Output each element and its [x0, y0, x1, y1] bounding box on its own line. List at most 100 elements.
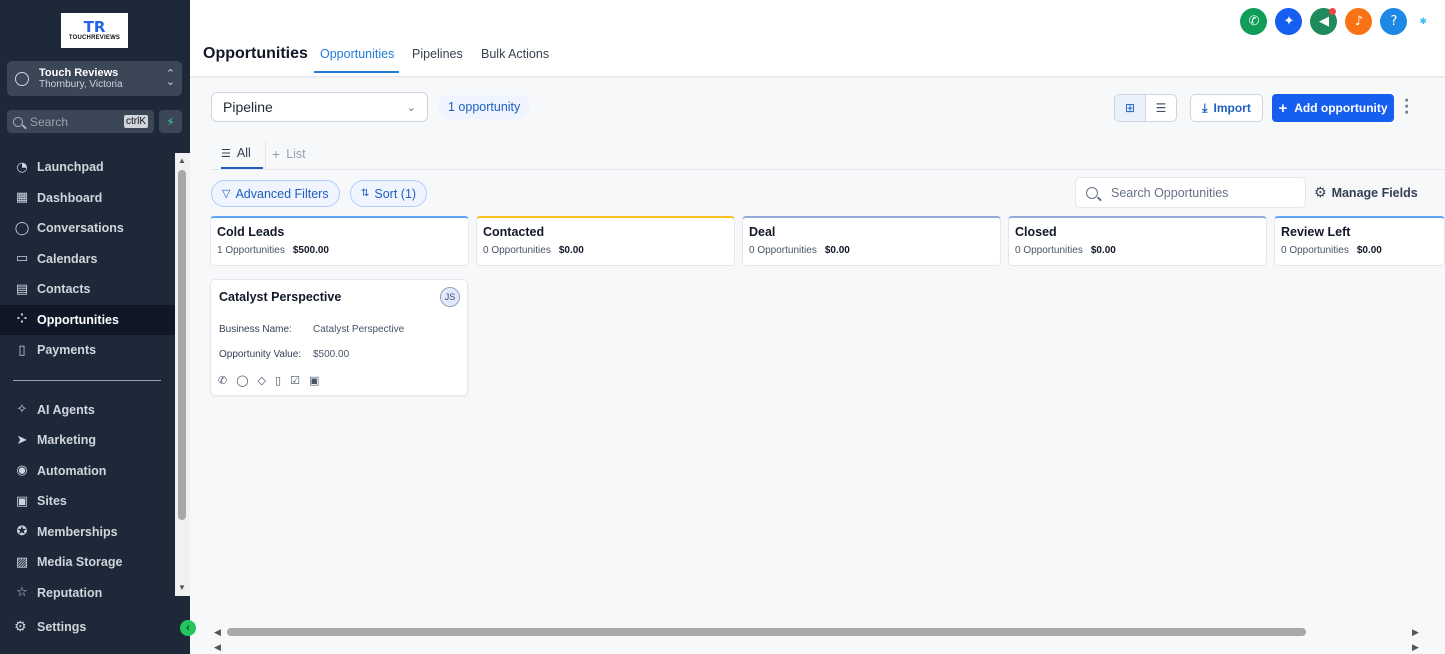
megaphone-icon[interactable]: ◀ — [1310, 8, 1338, 35]
tab-bulk-actions[interactable]: Bulk Actions — [481, 47, 549, 61]
top-bar: Opportunities Opportunities Pipelines Bu… — [190, 0, 1445, 77]
card-title[interactable]: Catalyst Perspective — [219, 290, 341, 304]
sidebar-item-marketing[interactable]: ➤ Marketing — [0, 425, 175, 456]
advanced-filters-button[interactable]: ▽ Advanced Filters — [211, 180, 340, 207]
sidebar-item-label: Media Storage — [37, 555, 123, 570]
bell-icon[interactable]: ♪ — [1345, 8, 1373, 35]
scroll-up-icon[interactable]: ▲ — [178, 157, 186, 165]
sidebar-item-calendars[interactable]: ▭ Calendars — [0, 244, 175, 275]
import-button[interactable]: ⤓ Import — [1190, 94, 1263, 122]
search-shortcut: ctrlK — [124, 115, 148, 128]
dashboard-icon: ▦ — [15, 190, 29, 206]
scroll-right-icon[interactable]: ▶ — [1412, 643, 1419, 652]
appointment-icon[interactable]: ▣ — [309, 374, 319, 387]
contacts-icon: ▤ — [15, 281, 29, 297]
sidebar-item-sites[interactable]: ▣ Sites — [0, 486, 175, 517]
note-icon[interactable]: ▯ — [275, 374, 281, 387]
account-switcher[interactable]: Touch Reviews Thornbury, Victoria ⌃ ⌄ — [7, 61, 182, 96]
sidebar-item-label: Marketing — [37, 433, 97, 448]
stage-summary: 1 Opportunities $500.00 — [217, 245, 462, 256]
opportunities-icon: ⁘ — [16, 312, 28, 328]
chat-icon: ◯ — [14, 220, 30, 236]
task-icon[interactable]: ☑ — [290, 374, 300, 387]
phone-icon[interactable]: ✆ — [1240, 8, 1268, 35]
sort-button[interactable]: ⇅ Sort (1) — [350, 180, 428, 207]
phone-icon[interactable]: ✆ — [218, 374, 227, 387]
stage-name: Closed — [1015, 225, 1057, 239]
sidebar-item-payments[interactable]: ▯ Payments — [0, 335, 175, 366]
sidebar-item-opportunities[interactable]: ⁘ Opportunities — [0, 304, 175, 335]
opportunity-value: $500.00 — [313, 349, 350, 360]
horizontal-scrollbar[interactable]: ◀ ◀ ▶ ▶ — [190, 623, 1445, 654]
logo-name: TOUCHREVIEWS — [68, 35, 121, 41]
grid-view-icon[interactable]: ⊞ — [1115, 95, 1146, 121]
sidebar-item-automation[interactable]: ◉ Automation — [0, 456, 175, 487]
sidebar-item-ai-agents[interactable]: ✧ AI Agents — [0, 395, 175, 426]
chevron-updown-icon: ⌃ ⌄ — [165, 67, 175, 88]
sidebar-item-media-storage[interactable]: ▨ Media Storage — [0, 547, 175, 578]
sidebar-item-conversations[interactable]: ◯ Conversations — [0, 213, 175, 244]
pipeline-stage-header[interactable]: Contacted 0 Opportunities $0.00 — [476, 216, 735, 266]
tab-all[interactable]: ☰ All — [221, 146, 251, 160]
stage-count: 0 Opportunities — [749, 245, 817, 256]
add-opportunity-button[interactable]: + Add opportunity — [1272, 94, 1394, 122]
scroll-right-icon[interactable]: ▶ — [1412, 628, 1419, 637]
opportunity-value-label: Opportunity Value: — [219, 349, 302, 360]
sidebar-item-reputation[interactable]: ☆ Reputation — [0, 578, 175, 609]
manage-fields-button[interactable]: ⚙ Manage Fields — [1314, 185, 1418, 201]
quick-action-icon[interactable]: ⚡ — [159, 110, 182, 133]
add-list-label: List — [286, 147, 306, 161]
sidebar: TR TOUCHREVIEWS Touch Reviews Thornbury,… — [0, 0, 190, 654]
add-list-tab[interactable]: + List — [272, 146, 306, 162]
marketing-icon: ➤ — [16, 432, 28, 448]
pipeline-stage-header[interactable]: Deal 0 Opportunities $0.00 — [742, 216, 1001, 266]
company-logo[interactable]: TR TOUCHREVIEWS — [61, 13, 128, 48]
sidebar-item-label: Sites — [37, 494, 67, 509]
pipeline-select[interactable]: Pipeline ⌄ — [211, 92, 428, 122]
search-placeholder: Search — [30, 114, 69, 129]
search-opportunities-input[interactable]: Search Opportunities — [1075, 177, 1306, 208]
sidebar-item-memberships[interactable]: ✪ Memberships — [0, 517, 175, 548]
card-business-row: Business Name: Catalyst Perspective — [219, 324, 404, 335]
sidebar-item-label: Contacts — [37, 282, 91, 297]
sidebar-item-launchpad[interactable]: ◔ Launchpad — [0, 152, 175, 183]
rocket-icon: ◔ — [16, 159, 28, 175]
message-icon[interactable]: ◯ — [236, 374, 248, 387]
stage-count: 0 Opportunities — [1281, 245, 1349, 256]
tag-icon[interactable]: ◇ — [258, 374, 266, 387]
scrollbar-thumb[interactable] — [178, 170, 186, 520]
pipeline-stage-header[interactable]: Cold Leads 1 Opportunities $500.00 — [210, 216, 469, 266]
pipeline-stage-header[interactable]: Review Left 0 Opportunities $0.00 — [1274, 216, 1445, 266]
scrollbar-thumb[interactable] — [227, 628, 1306, 636]
pipeline-stage-header[interactable]: Closed 0 Opportunities $0.00 — [1008, 216, 1267, 266]
avatar[interactable]: JS — [440, 287, 460, 307]
scroll-left-icon[interactable]: ◀ — [214, 628, 221, 637]
tab-pipelines[interactable]: Pipelines — [412, 47, 463, 61]
more-options-icon[interactable]: · · · — [1404, 94, 1409, 120]
tab-opportunities[interactable]: Opportunities — [320, 47, 394, 61]
scroll-down-icon[interactable]: ▼ — [178, 584, 186, 592]
help-icon[interactable]: ? — [1380, 8, 1408, 35]
sidebar-scrollbar[interactable]: ▲ ▼ — [175, 153, 190, 596]
ai-agents-icon: ✧ — [16, 402, 28, 418]
card-value-row: Opportunity Value: $500.00 — [219, 349, 349, 360]
sidebar-item-dashboard[interactable]: ▦ Dashboard — [0, 183, 175, 214]
notification-dot — [1329, 8, 1337, 15]
sidebar-search[interactable]: Search ctrlK — [7, 110, 154, 133]
stage-name: Contacted — [483, 225, 545, 239]
pipeline-select-value: Pipeline — [223, 99, 273, 115]
view-toggle: ⊞ ☰ — [1114, 94, 1177, 122]
import-label: Import — [1213, 101, 1251, 115]
automation-icon: ◉ — [16, 463, 28, 479]
reputation-icon: ☆ — [16, 585, 28, 601]
sidebar-item-contacts[interactable]: ▤ Contacts — [0, 274, 175, 305]
sidebar-item-settings[interactable]: ⚙ Settings — [0, 612, 190, 642]
calendar-icon: ▭ — [15, 251, 29, 267]
list-view-icon[interactable]: ☰ — [1146, 95, 1176, 121]
magic-icon[interactable]: ✦ — [1275, 8, 1303, 35]
plus-icon: + — [272, 146, 281, 162]
sidebar-divider — [13, 379, 161, 381]
scroll-left-icon[interactable]: ◀ — [214, 643, 221, 652]
sparkle-icon[interactable]: ✱ — [1419, 16, 1427, 27]
opportunity-card[interactable]: Catalyst Perspective JS Business Name: C… — [210, 279, 468, 396]
